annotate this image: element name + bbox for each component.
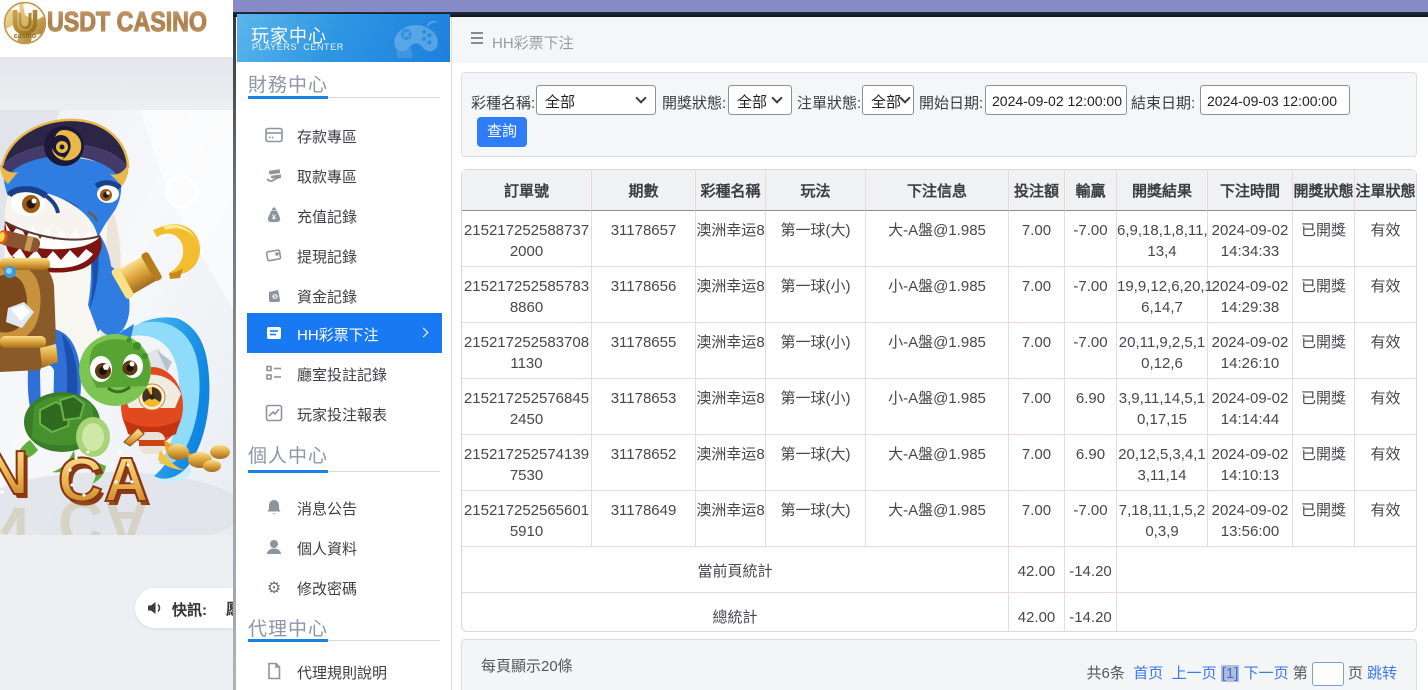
svg-text:casino: casino — [14, 33, 36, 40]
svg-text:C: C — [58, 487, 103, 535]
svg-text:⚙: ⚙ — [267, 580, 281, 596]
svg-text:N: N — [0, 494, 29, 535]
svg-text:$: $ — [273, 295, 276, 301]
svg-text:A: A — [104, 487, 149, 535]
svg-text:USDT CASINO: USDT CASINO — [47, 6, 207, 37]
svg-text:¥: ¥ — [272, 215, 276, 222]
